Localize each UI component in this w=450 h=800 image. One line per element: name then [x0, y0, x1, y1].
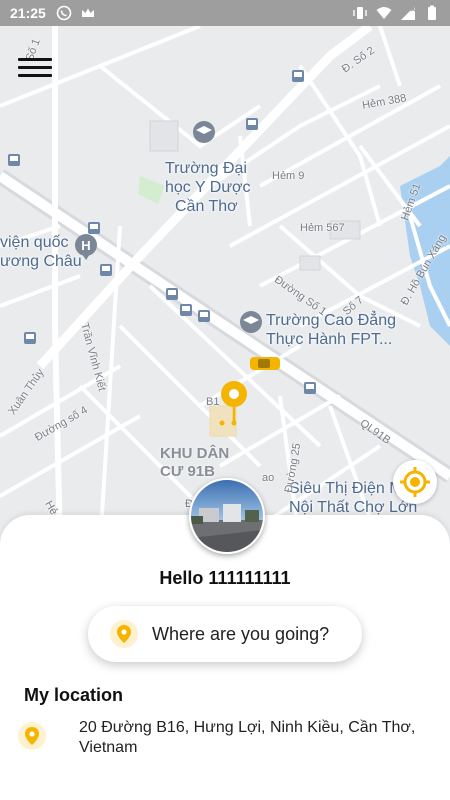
hamburger-icon-line — [18, 58, 52, 61]
map-view[interactable]: H Trường Đại học Y Dược Cần Thơ viện quố… — [0, 26, 450, 546]
school-pin-icon[interactable] — [193, 121, 215, 143]
wifi-icon — [376, 7, 392, 19]
my-location-pin — [18, 722, 46, 750]
poi-label-hospital[interactable]: viện quốc ương Châu — [0, 233, 82, 271]
hamburger-icon-line — [18, 74, 52, 77]
search-placeholder: Where are you going? — [152, 623, 330, 644]
greeting-text: Hello 111111111 — [159, 568, 291, 588]
street-label: B1 — [206, 396, 220, 408]
battery-icon — [428, 5, 436, 20]
viber-icon — [56, 5, 72, 21]
crown-icon — [81, 8, 94, 17]
svg-text:H: H — [81, 238, 90, 253]
menu-button[interactable] — [18, 58, 52, 82]
signal-icon — [401, 6, 416, 20]
street-label: Hẻm 9 — [272, 170, 305, 182]
avatar-photo — [191, 480, 263, 552]
status-bar: 21:25 — [0, 0, 450, 26]
locate-me-button[interactable] — [393, 460, 437, 504]
crosshair-icon — [400, 467, 430, 497]
my-location-address[interactable]: 20 Đường B16, Hưng Lợi, Ninh Kiều, Cần T… — [79, 718, 439, 758]
poi-label-medical-university[interactable]: Trường Đại học Y Dược Cần Thơ — [165, 159, 251, 216]
area-label: KHU DÂN CƯ 91B — [160, 445, 230, 480]
avatar[interactable] — [189, 478, 265, 554]
pin-badge — [110, 620, 138, 648]
poi-label-fpt-college[interactable]: Trường Cao Đẳng Thực Hành FPT... — [266, 311, 396, 349]
college-pin-icon[interactable] — [240, 311, 262, 333]
destination-search-button[interactable]: Where are you going? — [88, 606, 362, 662]
status-time: 21:25 — [10, 5, 46, 21]
location-pin-icon — [117, 625, 131, 643]
street-label: Hẻm 567 — [300, 222, 345, 234]
hamburger-icon-line — [18, 66, 52, 69]
street-label: ao — [262, 472, 275, 484]
vibrate-icon — [353, 7, 367, 19]
my-location-title: My location — [24, 685, 124, 705]
taxi-car-icon — [250, 357, 280, 370]
location-pin-icon — [25, 727, 39, 745]
